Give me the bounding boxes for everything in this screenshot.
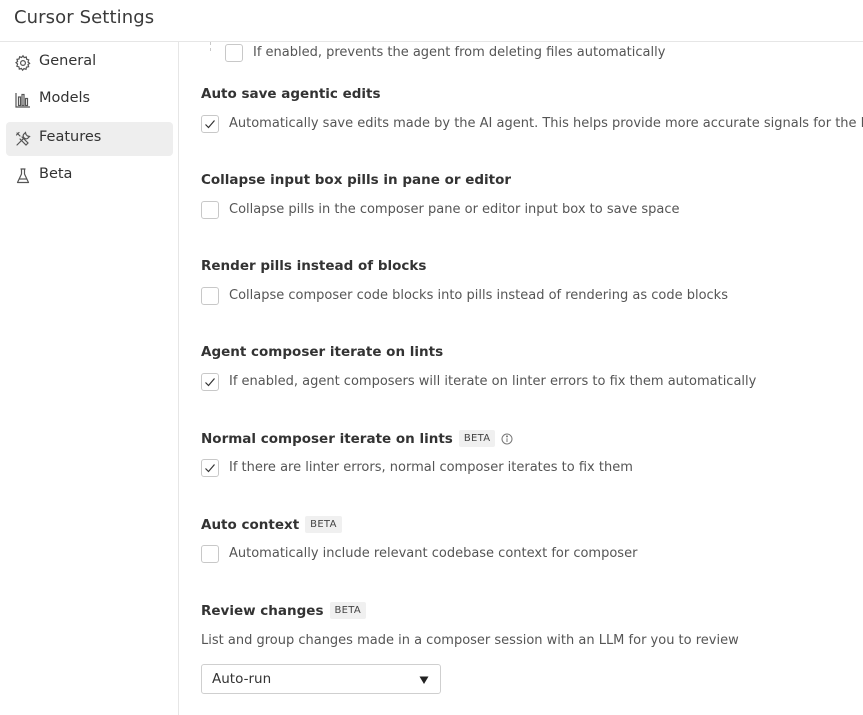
section-title-text: Collapse input box pills in pane or edit… [201,172,512,188]
checkbox-checked[interactable] [201,373,219,391]
sidebar-item-label: Models [39,90,91,106]
check-icon [205,120,215,129]
section-title-text: Review changes [201,602,324,619]
select-value: Auto-run [212,671,272,687]
beta-badge: BETA [305,516,342,533]
checkbox-label: If enabled, agent composers will iterate… [229,374,757,389]
info-icon[interactable] [501,433,513,445]
section-title: Normal composer iterate on lints BETA [201,430,513,447]
sidebar-item-beta[interactable]: Beta [6,159,173,193]
checkbox-label: Automatically include relevant codebase … [229,546,638,561]
sidebar-item-models[interactable]: Models [6,83,173,117]
settings-content: If enabled, prevents the agent from dele… [179,42,863,715]
beta-badge: BETA [458,430,496,447]
checkbox[interactable] [201,545,219,563]
gear-icon [14,54,32,72]
checkbox[interactable] [201,287,219,305]
checkbox[interactable] [225,44,243,62]
section-title-text: Auto save agentic edits [201,86,381,102]
section-title-text: Render pills instead of blocks [201,258,427,274]
checkbox-checked[interactable] [201,459,219,477]
review-changes-select[interactable]: Auto-run [201,664,441,694]
section-title: Auto context BETA [201,516,342,533]
tree-connector [210,42,211,51]
check-icon [205,378,215,387]
sidebar-item-features[interactable]: Features [6,122,173,156]
bar-chart-icon [14,91,32,109]
sidebar-item-general[interactable]: General [6,46,173,80]
checkbox-label: If enabled, prevents the agent from dele… [253,45,666,60]
page-title: Cursor Settings [14,7,155,28]
section-title: Auto save agentic edits [201,86,381,102]
sidebar: General Models Features Beta [0,42,179,715]
sidebar-item-label: Features [39,129,102,145]
section-title: Collapse input box pills in pane or edit… [201,172,511,188]
settings-window: Cursor Settings General Models Features … [0,0,863,715]
section-title: Review changes BETA [201,602,367,619]
tools-icon [14,130,32,148]
flask-icon [14,167,32,185]
checkbox-label: Collapse pills in the composer pane or e… [229,202,680,217]
check-icon [205,464,215,473]
section-description: List and group changes made in a compose… [201,633,739,648]
sidebar-item-label: Beta [39,166,73,182]
section-title: Render pills instead of blocks [201,258,426,274]
checkbox-checked[interactable] [201,115,219,133]
beta-badge: BETA [329,602,367,619]
checkbox-label: Collapse composer code blocks into pills… [229,288,728,303]
checkbox-label: Automatically save edits made by the AI … [229,116,863,131]
section-title-text: Auto context [201,516,300,533]
checkbox[interactable] [201,201,219,219]
sidebar-item-label: General [39,53,97,69]
checkbox-label: If there are linter errors, normal compo… [229,460,633,475]
section-title-text: Normal composer iterate on lints [201,430,453,447]
dropdown-arrow-icon [418,674,430,686]
section-title-text: Agent composer iterate on lints [201,344,444,360]
section-title: Agent composer iterate on lints [201,344,443,360]
header: Cursor Settings [0,0,863,42]
